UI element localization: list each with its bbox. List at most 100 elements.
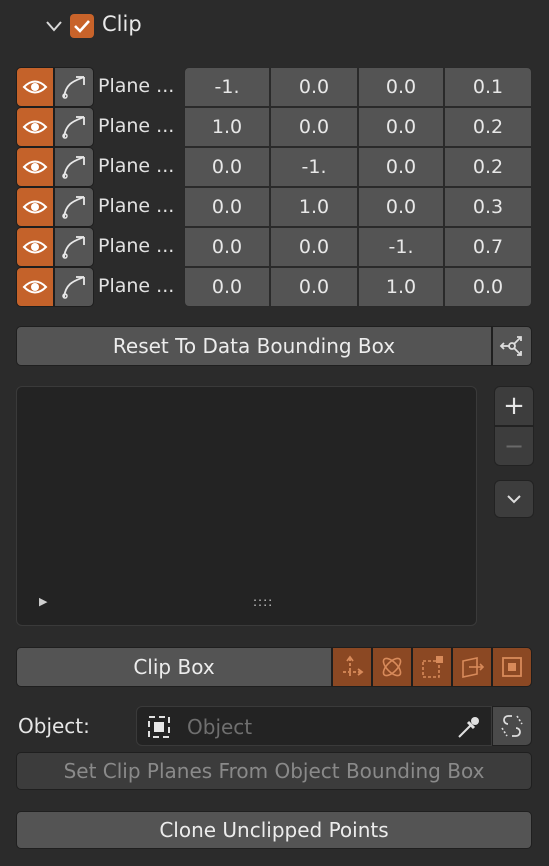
clip-plane-row: Plane ... 0.0 1.0 0.0 0.3 <box>16 187 533 227</box>
clip-plane-row: Plane ... 0.0 -1. 0.0 0.2 <box>16 147 533 187</box>
add-item-button[interactable]: + <box>494 386 534 426</box>
plane-visibility-toggle[interactable] <box>16 267 54 307</box>
plane-value-field[interactable]: 0.0 <box>184 267 270 307</box>
plane-value-field[interactable]: -1. <box>184 67 270 107</box>
object-field[interactable]: Object <box>136 706 492 746</box>
plane-value-field[interactable]: -1. <box>270 147 358 187</box>
eye-icon <box>22 160 48 174</box>
clip-box-rotate-button[interactable] <box>372 647 412 687</box>
plane-visibility-toggle[interactable] <box>16 187 54 227</box>
plane-value-field[interactable]: 1.0 <box>270 187 358 227</box>
transform-move-icon <box>343 655 364 676</box>
transform-scale-icon <box>422 656 443 678</box>
plane-name: Plane ... <box>98 155 175 177</box>
plane-value-field[interactable]: 0.2 <box>444 107 532 147</box>
list-menu-button[interactable] <box>494 480 534 518</box>
eye-icon <box>22 120 48 134</box>
plane-value-field[interactable]: 1.0 <box>184 107 270 147</box>
clip-plane-row: Plane ... 0.0 0.0 -1. 0.7 <box>16 227 533 267</box>
plane-visibility-toggle[interactable] <box>16 147 54 187</box>
object-label: Object: <box>18 714 90 738</box>
plane-value-field[interactable]: 0.0 <box>358 107 444 147</box>
plane-value-field[interactable]: 0.1 <box>444 67 532 107</box>
broken-link-icon <box>501 715 523 737</box>
plane-value-field[interactable]: 0.0 <box>184 227 270 267</box>
clip-box-reset-button[interactable] <box>492 647 532 687</box>
eye-icon <box>22 80 48 94</box>
clone-label: Clone Unclipped Points <box>159 818 389 842</box>
set-planes-label: Set Clip Planes From Object Bounding Box <box>63 759 485 783</box>
unlink-object-button[interactable] <box>492 706 532 746</box>
plane-value-field[interactable]: 0.7 <box>444 227 532 267</box>
plane-value-field[interactable]: 0.0 <box>358 67 444 107</box>
clip-box-label: Clip Box <box>133 655 215 679</box>
remove-item-button[interactable]: − <box>494 426 534 466</box>
bounding-box-pick-button[interactable] <box>492 326 532 366</box>
plane-curve-toggle[interactable] <box>54 267 94 307</box>
transform-shear-icon <box>462 657 485 678</box>
plane-visibility-toggle[interactable] <box>16 227 54 267</box>
plane-value-field[interactable]: -1. <box>358 227 444 267</box>
plane-value-field[interactable]: 0.3 <box>444 187 532 227</box>
checkmark-icon <box>74 20 90 33</box>
plane-value-field[interactable]: 0.0 <box>270 267 358 307</box>
plane-value-field[interactable]: 0.2 <box>444 147 532 187</box>
curve-edit-icon <box>62 196 85 219</box>
clip-plane-row: Plane ... 0.0 0.0 1.0 0.0 <box>16 267 533 307</box>
object-box-icon <box>148 716 170 738</box>
plane-name: Plane ... <box>98 275 175 297</box>
clip-object-list[interactable]: ▶ :::: <box>16 386 477 626</box>
plane-value-field[interactable]: 0.0 <box>270 227 358 267</box>
set-clip-planes-from-object-button[interactable]: Set Clip Planes From Object Bounding Box <box>16 752 532 790</box>
clip-box-move-button[interactable] <box>332 647 372 687</box>
box-select-icon <box>502 657 522 677</box>
plane-curve-toggle[interactable] <box>54 107 94 147</box>
plane-value-field[interactable]: 0.0 <box>184 187 270 227</box>
plane-value-field[interactable]: 0.0 <box>270 107 358 147</box>
list-expand-icon[interactable]: ▶ <box>39 595 47 608</box>
axis-pivot-icon <box>499 336 522 356</box>
chevron-down-icon <box>507 495 521 504</box>
plane-value-field[interactable]: 0.0 <box>270 67 358 107</box>
clip-box-scale-button[interactable] <box>412 647 452 687</box>
plane-curve-toggle[interactable] <box>54 187 94 227</box>
curve-edit-icon <box>62 116 85 139</box>
curve-edit-icon <box>62 76 85 99</box>
clip-box-button[interactable]: Clip Box <box>16 647 332 687</box>
eye-icon <box>22 200 48 214</box>
plane-visibility-toggle[interactable] <box>16 67 54 107</box>
eyedropper-icon[interactable] <box>455 713 483 741</box>
plane-value-field[interactable]: 0.0 <box>184 147 270 187</box>
panel-title: Clip <box>102 12 142 36</box>
plane-name: Plane ... <box>98 115 175 137</box>
plane-visibility-toggle[interactable] <box>16 107 54 147</box>
plane-curve-toggle[interactable] <box>54 67 94 107</box>
list-resize-grip[interactable]: :::: <box>253 595 273 609</box>
clip-plane-row: Plane ... -1. 0.0 0.0 0.1 <box>16 67 533 107</box>
plane-value-field[interactable]: 0.0 <box>358 147 444 187</box>
plane-name: Plane ... <box>98 75 175 97</box>
plane-value-field[interactable]: 0.0 <box>444 267 532 307</box>
eye-icon <box>22 280 48 294</box>
curve-edit-icon <box>62 156 85 179</box>
clone-unclipped-points-button[interactable]: Clone Unclipped Points <box>16 811 532 849</box>
eye-icon <box>22 240 48 254</box>
plus-icon: + <box>503 391 525 421</box>
object-placeholder: Object <box>187 715 253 739</box>
plane-curve-toggle[interactable] <box>54 147 94 187</box>
reset-button-label: Reset To Data Bounding Box <box>112 334 396 358</box>
plane-value-field[interactable]: 1.0 <box>358 267 444 307</box>
curve-edit-icon <box>62 236 85 259</box>
plane-curve-toggle[interactable] <box>54 227 94 267</box>
clip-enable-checkbox[interactable] <box>70 14 94 38</box>
plane-name: Plane ... <box>98 195 175 217</box>
clip-plane-row: Plane ... 1.0 0.0 0.0 0.2 <box>16 107 533 147</box>
minus-icon: − <box>503 432 525 460</box>
plane-name: Plane ... <box>98 235 175 257</box>
curve-edit-icon <box>62 276 85 299</box>
clip-box-shear-button[interactable] <box>452 647 492 687</box>
reset-to-data-bounding-box-button[interactable]: Reset To Data Bounding Box <box>16 326 492 366</box>
chevron-down-icon[interactable] <box>44 16 64 36</box>
plane-value-field[interactable]: 0.0 <box>358 187 444 227</box>
transform-rotate-icon <box>382 657 402 677</box>
